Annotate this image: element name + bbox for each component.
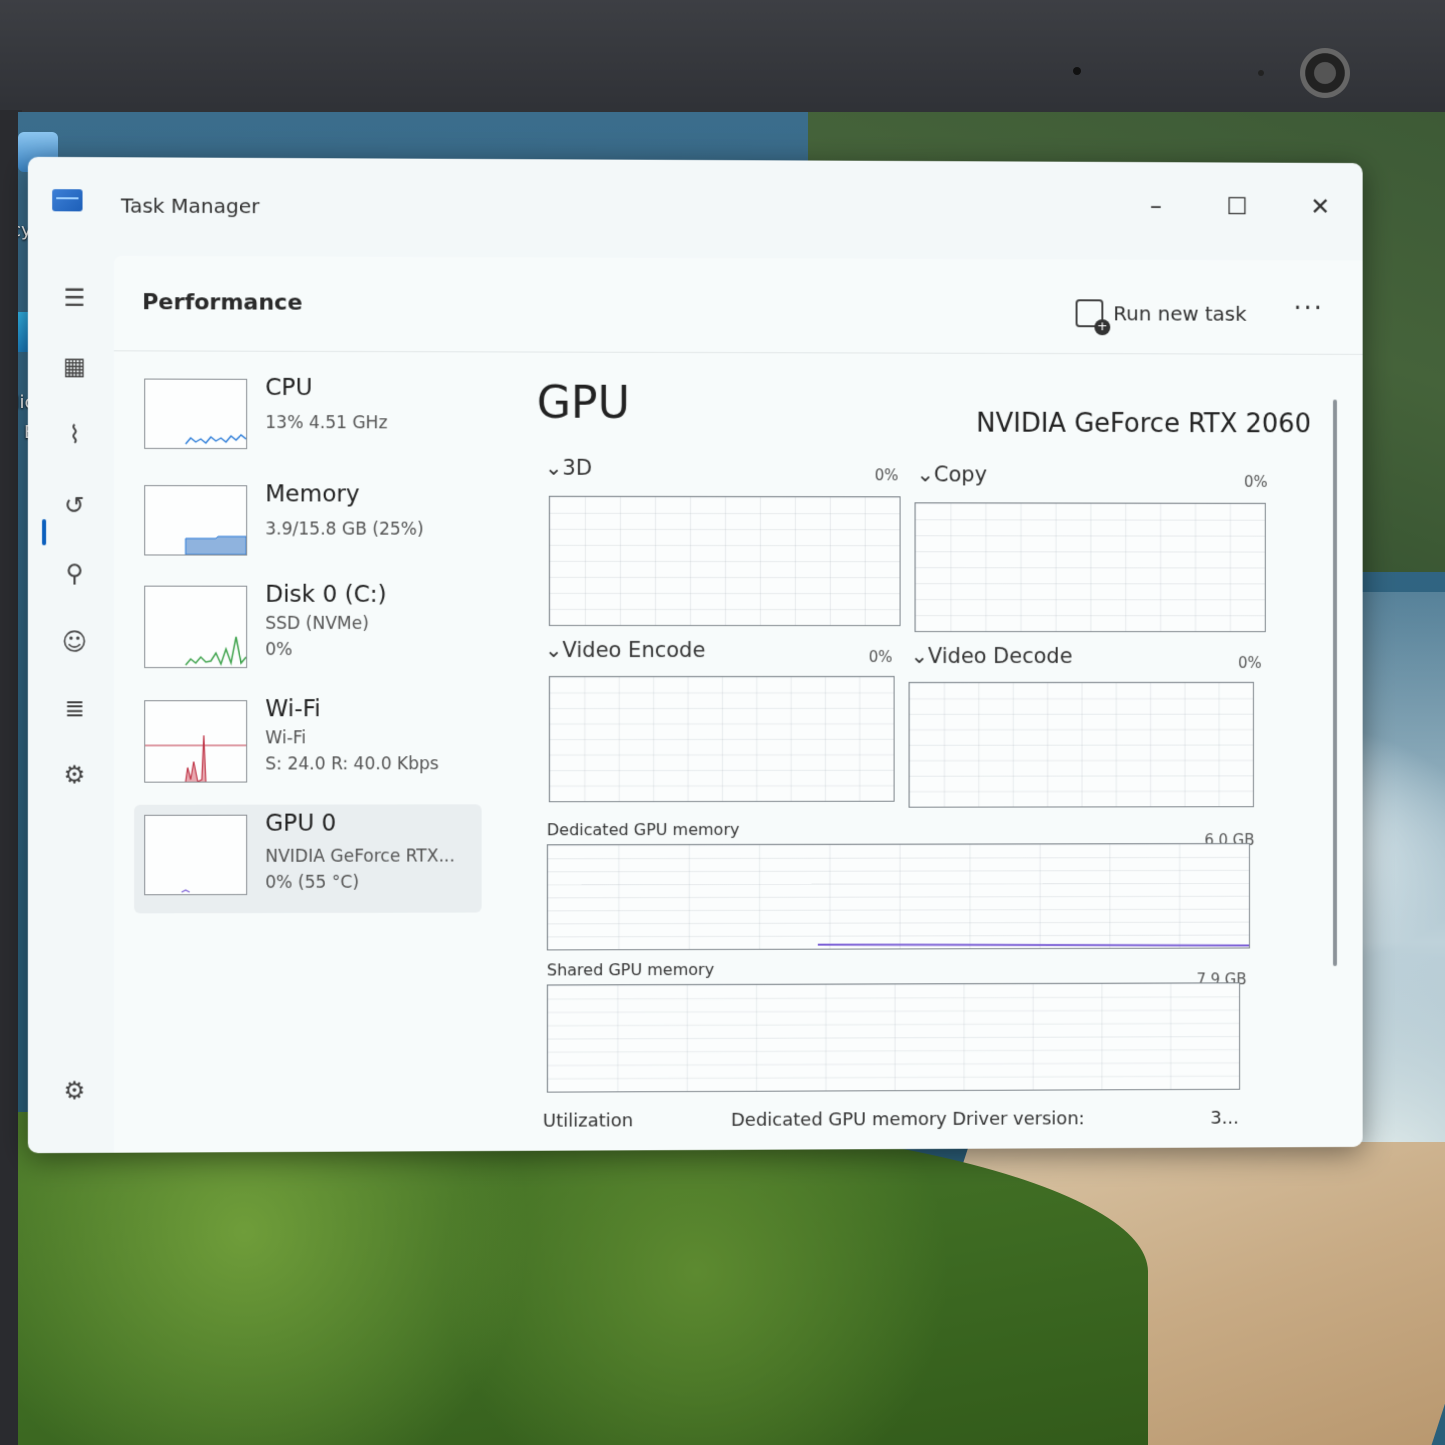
gpu-thumbnail-graph <box>144 814 248 896</box>
settings-icon[interactable]: ⚙ <box>56 1072 92 1108</box>
perf-item-name: CPU <box>265 374 313 402</box>
processes-icon[interactable]: ▦ <box>56 348 92 384</box>
perf-item-name: Memory <box>265 481 360 508</box>
engine-copy-label[interactable]: ⌄Copy <box>917 462 988 486</box>
perf-item-name: GPU 0 <box>265 810 337 837</box>
cpu-thumbnail-graph <box>144 378 248 450</box>
engine-copy-pct: 0% <box>1244 472 1268 491</box>
dedicated-memory-label: Dedicated GPU memory <box>546 819 740 840</box>
nav-active-indicator <box>42 519 47 546</box>
performance-page: Performance Run new task ··· CPU 13% 4.5… <box>113 255 1363 1154</box>
chevron-down-icon: ⌄ <box>910 644 929 668</box>
vertical-scrollbar[interactable] <box>1333 399 1337 967</box>
run-task-icon <box>1075 299 1104 328</box>
header-divider <box>113 350 1363 355</box>
page-title: Performance <box>142 290 303 316</box>
gpu-heading: GPU <box>536 377 630 429</box>
dedicated-memory-graph <box>546 843 1250 951</box>
perf-item-gpu[interactable]: GPU 0 NVIDIA GeForce RTX... 0% (55 °C) <box>134 804 482 914</box>
window-title: Task Manager <box>120 193 260 219</box>
engine-3d-label[interactable]: ⌄3D <box>545 456 592 480</box>
details-icon[interactable]: ≣ <box>56 690 92 726</box>
perf-item-detail: 13% 4.51 GHz <box>265 413 388 434</box>
driver-version-value: 3... <box>1210 1107 1239 1129</box>
utilization-label: Utilization <box>542 1110 634 1132</box>
perf-item-detail: 0% <box>265 639 293 661</box>
engine-video-encode-pct: 0% <box>868 648 893 666</box>
users-icon[interactable]: ☺ <box>56 624 92 660</box>
more-options-icon[interactable]: ··· <box>1293 294 1323 324</box>
perf-item-detail: S: 24.0 R: 40.0 Kbps <box>265 754 439 775</box>
services-icon[interactable]: ⚙ <box>56 757 92 793</box>
title-bar[interactable]: Task Manager – ☐ ✕ <box>28 157 1363 253</box>
perf-item-detail: 0% (55 °C) <box>265 872 360 893</box>
webcam-icon <box>1300 48 1350 98</box>
task-manager-window: Task Manager – ☐ ✕ ☰ ▦ ⌇ ↺ ⚲ ☺ ≣ ⚙ ⚙ Per… <box>27 156 1363 1154</box>
hamburger-menu-icon[interactable]: ☰ <box>56 280 92 316</box>
task-manager-app-icon <box>52 189 83 212</box>
dedicated-memory-stat-label: Dedicated GPU memory <box>730 1108 947 1131</box>
engine-video-decode-graph <box>908 681 1254 808</box>
perf-item-disk[interactable]: Disk 0 (C:) SSD (NVMe) 0% <box>134 576 482 679</box>
disk-thumbnail-graph <box>144 585 248 669</box>
maximize-button[interactable]: ☐ <box>1217 186 1257 226</box>
perf-item-wifi[interactable]: Wi-Fi Wi-Fi S: 24.0 R: 40.0 Kbps <box>134 690 482 793</box>
driver-version-label: Driver version: <box>952 1108 1085 1130</box>
startup-apps-icon[interactable]: ⚲ <box>56 555 92 591</box>
chevron-down-icon: ⌄ <box>916 462 935 487</box>
engine-3d-graph <box>548 495 901 627</box>
engine-video-decode-pct: 0% <box>1238 654 1262 672</box>
perf-item-detail: 3.9/15.8 GB (25%) <box>265 519 424 540</box>
wifi-thumbnail-graph <box>144 700 248 783</box>
app-history-icon[interactable]: ↺ <box>56 487 92 523</box>
engine-video-encode-graph <box>548 675 895 803</box>
close-button[interactable]: ✕ <box>1300 187 1340 227</box>
perf-item-cpu[interactable]: CPU 13% 4.51 GHz <box>134 368 482 471</box>
sensor-dot <box>1073 67 1081 75</box>
laptop-bezel <box>0 0 1445 125</box>
shared-memory-graph <box>546 982 1241 1093</box>
engine-video-encode-label[interactable]: ⌄Video Encode <box>545 638 706 662</box>
memory-thumbnail-graph <box>144 485 248 556</box>
performance-icon[interactable]: ⌇ <box>56 417 92 453</box>
gpu-model-name: NVIDIA GeForce RTX 2060 <box>976 408 1311 440</box>
perf-item-name: Wi-Fi <box>265 696 321 723</box>
side-nav: ☰ ▦ ⌇ ↺ ⚲ ☺ ≣ ⚙ ⚙ <box>28 247 119 1153</box>
perf-item-memory[interactable]: Memory 3.9/15.8 GB (25%) <box>134 475 482 578</box>
perf-item-detail: NVIDIA GeForce RTX... <box>265 846 455 867</box>
perf-item-detail: Wi-Fi <box>265 728 307 749</box>
run-new-task-button[interactable]: Run new task <box>1075 299 1247 328</box>
engine-copy-graph <box>914 502 1266 633</box>
chevron-down-icon: ⌄ <box>544 637 563 663</box>
run-new-task-label: Run new task <box>1113 301 1247 326</box>
shared-memory-label: Shared GPU memory <box>546 959 715 980</box>
sensor-dot <box>1258 70 1264 76</box>
perf-item-detail: SSD (NVMe) <box>265 613 369 634</box>
minimize-button[interactable]: – <box>1136 186 1176 226</box>
perf-item-name: Disk 0 (C:) <box>265 581 387 608</box>
engine-video-decode-label[interactable]: ⌄Video Decode <box>911 644 1073 668</box>
chevron-down-icon: ⌄ <box>544 455 563 480</box>
engine-3d-pct: 0% <box>874 466 899 485</box>
